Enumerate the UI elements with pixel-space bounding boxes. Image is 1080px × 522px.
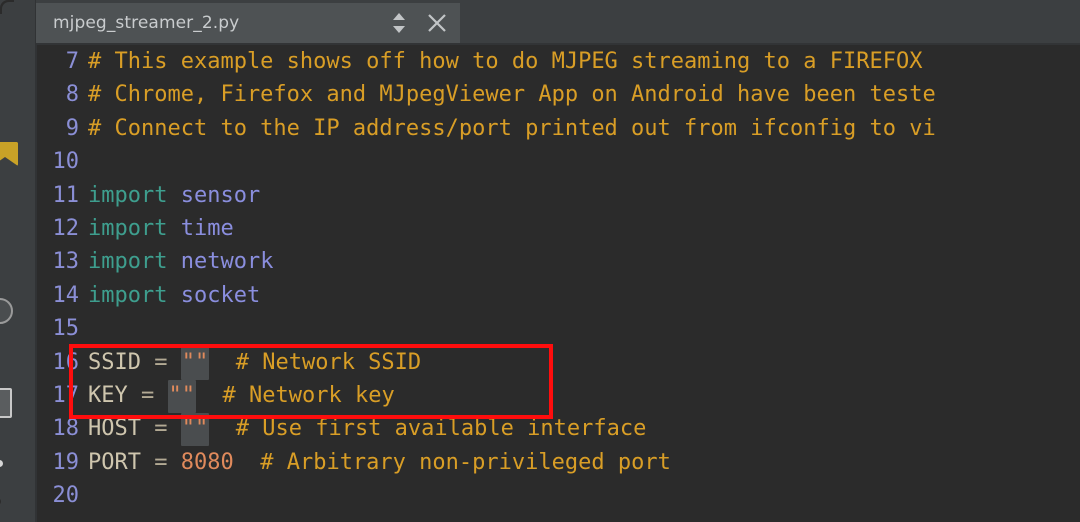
line-number: 14 xyxy=(52,282,80,308)
line-number: 8 xyxy=(65,82,79,108)
line-number: 11 xyxy=(52,182,80,208)
up-down-arrows-icon[interactable] xyxy=(386,8,412,38)
token-comment: # Network SSID xyxy=(235,349,422,375)
line-number: 10 xyxy=(52,149,80,175)
tool-strip-divider xyxy=(35,0,36,522)
token-kw: import xyxy=(88,249,168,275)
code-line[interactable]: 15 xyxy=(36,312,1080,345)
tab-label: mjpeg_streamer_2.py xyxy=(53,12,240,33)
code-line[interactable]: 13 import network xyxy=(36,245,1080,278)
line-number: 9 xyxy=(65,115,79,141)
code-line[interactable]: 20 xyxy=(36,479,1080,512)
token-comment: # Use first available interface xyxy=(235,416,647,442)
line-number: 15 xyxy=(52,316,80,342)
token-mod: network xyxy=(180,249,274,275)
token-mod: socket xyxy=(180,282,261,308)
token-comment: # Network key xyxy=(222,382,395,408)
tab-bar-underline xyxy=(36,43,1080,45)
code-text: KEY = "" # Network key xyxy=(88,379,395,413)
line-number: 20 xyxy=(52,483,80,509)
bookmark-icon[interactable] xyxy=(0,142,18,166)
editor-tab-bar: mjpeg_streamer_2.py xyxy=(36,0,1080,45)
code-editor[interactable]: 7 # This example shows off how to do MJPE… xyxy=(36,45,1080,522)
line-number: 19 xyxy=(52,449,80,475)
close-x-icon[interactable] xyxy=(424,8,450,38)
token-kw: import xyxy=(88,215,168,241)
token-mod: time xyxy=(180,215,234,241)
token-comment: # This example shows off how to do MJPEG… xyxy=(88,49,923,74)
code-text: PORT = 8080 # Arbitrary non-privileged p… xyxy=(88,450,671,475)
code-text: import network xyxy=(88,249,273,274)
string-literal-highlighted: "" xyxy=(180,346,210,380)
code-line[interactable]: 8 # Chrome, Firefox and MJpegViewer App o… xyxy=(36,78,1080,111)
code-line[interactable]: 14 import socket xyxy=(36,279,1080,312)
line-number: 18 xyxy=(52,416,80,442)
string-literal-highlighted: "" xyxy=(180,413,210,447)
token-comment: # Connect to the IP address/port printed… xyxy=(88,115,936,141)
ide-window: mjpeg_streamer_2.py 7 # This example show… xyxy=(0,0,1080,522)
code-lines-container: 7 # This example shows off how to do MJPE… xyxy=(36,45,1080,512)
token-var: HOST xyxy=(88,416,141,442)
token-op: = xyxy=(140,349,181,375)
token-comment: # Chrome, Firefox and MJpegViewer App on… xyxy=(88,82,936,108)
panel-toggle-icon[interactable] xyxy=(0,388,12,418)
code-text: import sensor xyxy=(88,183,260,208)
dot-indicator-icon-2 xyxy=(0,498,1,505)
code-line[interactable]: 18 HOST = "" # Use first available interf… xyxy=(36,412,1080,447)
token-kw: import xyxy=(88,282,168,308)
line-number: 12 xyxy=(52,215,80,241)
circle-button-icon[interactable] xyxy=(0,298,13,324)
code-text: import socket xyxy=(88,283,260,308)
token-kw: import xyxy=(88,182,168,208)
line-number: 7 xyxy=(65,49,79,74)
token-op: = xyxy=(127,382,168,408)
token-var: SSID xyxy=(88,349,141,375)
code-text: # Chrome, Firefox and MJpegViewer App on… xyxy=(88,82,936,107)
code-line[interactable]: 7 # This example shows off how to do MJPE… xyxy=(36,45,1080,78)
code-text: # Connect to the IP address/port printed… xyxy=(88,116,936,141)
tab-mjpeg-streamer-2[interactable]: mjpeg_streamer_2.py xyxy=(36,3,460,44)
token-var: KEY xyxy=(88,382,128,408)
code-line[interactable]: 11 import sensor xyxy=(36,179,1080,212)
code-line[interactable]: 17 KEY = "" # Network key xyxy=(36,379,1080,413)
code-line[interactable]: 9 # Connect to the IP address/port printe… xyxy=(36,112,1080,145)
code-text: # This example shows off how to do MJPEG… xyxy=(88,49,922,74)
code-line[interactable]: 16 SSID = "" # Network SSID xyxy=(36,346,1080,380)
token-op: = xyxy=(140,416,181,442)
token-var: PORT xyxy=(88,449,141,475)
line-number: 17 xyxy=(52,382,80,408)
code-text: SSID = "" # Network SSID xyxy=(88,346,422,380)
line-number: 16 xyxy=(52,349,80,375)
string-literal-highlighted: "" xyxy=(167,379,196,413)
code-line[interactable]: 10 xyxy=(36,145,1080,178)
dot-indicator-icon xyxy=(0,460,3,467)
line-number: 13 xyxy=(52,249,80,275)
token-num: 8080 xyxy=(180,449,234,475)
token-op: = xyxy=(140,449,181,475)
token-mod: sensor xyxy=(180,182,261,208)
code-text: HOST = "" # Use first available interfac… xyxy=(88,413,647,447)
code-line[interactable]: 12 import time xyxy=(36,212,1080,245)
token-comment: # Arbitrary non-privileged port xyxy=(260,449,671,475)
left-tool-strip xyxy=(0,0,36,522)
code-line[interactable]: 19 PORT = 8080 # Arbitrary non-privileged… xyxy=(36,446,1080,479)
window-corner xyxy=(0,0,16,16)
code-text: import time xyxy=(88,216,234,241)
